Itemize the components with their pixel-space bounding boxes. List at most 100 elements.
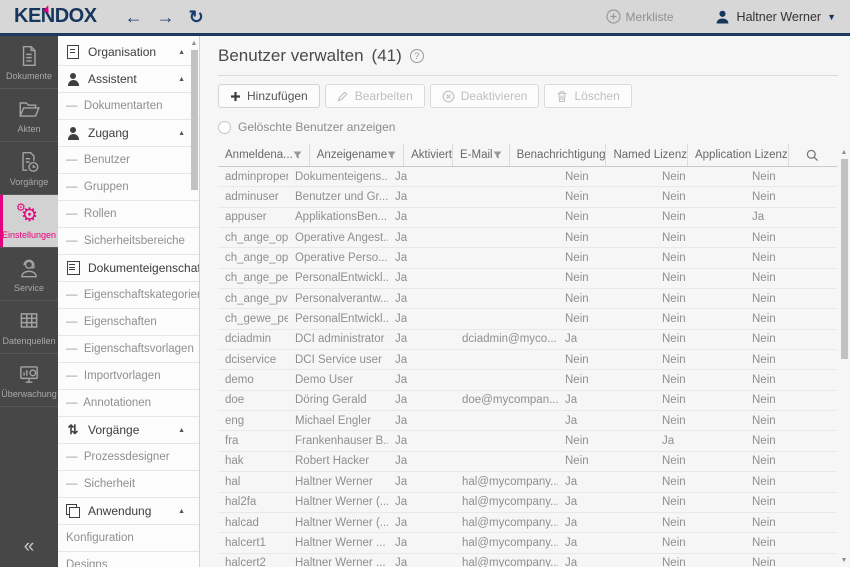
show-deleted-toggle[interactable]: Gelöschte Benutzer anzeigen	[218, 120, 850, 134]
nav-scrollbar-thumb[interactable]	[191, 50, 198, 190]
scroll-up-icon[interactable]: ▲	[190, 40, 198, 48]
nav-item[interactable]: Eigenschaftsvorlagen	[58, 336, 199, 363]
cell-application-lizenz: Nein	[745, 232, 823, 244]
nav-item[interactable]: Annotationen	[58, 390, 199, 417]
rail-item-dokumente[interactable]: Dokumente	[0, 36, 58, 89]
title-divider	[218, 75, 838, 76]
nav-item[interactable]: Prozessdesigner	[58, 444, 199, 471]
table-row[interactable]: halcert2 Haltner Werner ... Ja hal@mycom…	[218, 554, 837, 567]
search-button[interactable]	[789, 144, 837, 166]
nav-item[interactable]: Designs	[58, 552, 199, 567]
table-scrollbar-thumb[interactable]	[841, 159, 848, 359]
rail-item-einstellungen[interactable]: ⚙⚙ Einstellungen	[0, 195, 58, 248]
back-icon[interactable]: ←	[125, 8, 143, 26]
nav-item[interactable]: Assistent	[58, 66, 199, 93]
nav-item[interactable]: Organisation	[58, 39, 199, 66]
nav-item[interactable]: Zugang	[58, 120, 199, 147]
scroll-up-icon[interactable]: ▲	[840, 149, 848, 157]
table-row[interactable]: hak Robert Hacker Ja Nein Nein Nein	[218, 452, 837, 472]
table-row[interactable]: demo Demo User Ja Nein Nein Nein	[218, 370, 837, 390]
table-row[interactable]: hal2fa Haltner Werner (... Ja hal@mycomp…	[218, 493, 837, 513]
filter-icon[interactable]	[493, 151, 502, 160]
nav-item[interactable]: Eigenschaften	[58, 309, 199, 336]
table-row[interactable]: dciservice DCI Service user Ja Nein Nein…	[218, 350, 837, 370]
help-icon[interactable]: ?	[410, 49, 424, 63]
cell-anmeldename: doe	[218, 394, 288, 406]
filter-icon[interactable]	[293, 151, 302, 160]
rail-item-ueberwachung[interactable]: Überwachung	[0, 354, 58, 407]
monitor-icon	[17, 362, 41, 386]
nav-item[interactable]: Sicherheitsbereiche	[58, 228, 199, 255]
forward-icon[interactable]: →	[157, 8, 175, 26]
refresh-icon[interactable]: ↻	[189, 8, 204, 26]
cell-benachrichtigung: Nein	[558, 293, 655, 305]
cell-named-lizenz: Ja	[655, 435, 745, 447]
cell-application-lizenz: Nein	[745, 557, 823, 567]
rail-item-service[interactable]: Service	[0, 248, 58, 301]
table-row[interactable]: fra Frankenhauser B... Ja Nein Ja Nein	[218, 431, 837, 451]
nav-item[interactable]: Dokumenteigenschaften	[58, 255, 199, 282]
user-menu[interactable]: Haltner Werner ▼	[714, 9, 836, 25]
table-row[interactable]: ch_ange_pe PersonalEntwickl... Ja Nein N…	[218, 269, 837, 289]
column-header[interactable]: Anzeigename	[310, 144, 404, 166]
cell-benachrichtigung: Ja	[558, 333, 655, 345]
nav-item[interactable]: Dokumentarten	[58, 93, 199, 120]
column-header[interactable]: Anmeldena...	[218, 144, 310, 166]
column-header[interactable]: Application Lizenz	[688, 144, 789, 166]
rail-item-datenquellen[interactable]: Datenquellen	[0, 301, 58, 354]
rail-item-vorgaenge[interactable]: Vorgänge	[0, 142, 58, 195]
table-row[interactable]: doe Döring Gerald Ja doe@mycompan... Ja …	[218, 391, 837, 411]
table-row[interactable]: adminproperties Dokumenteigens... Ja Nei…	[218, 167, 837, 187]
nav-item-label: Dokumentarten	[66, 100, 163, 112]
table-row[interactable]: hal Haltner Werner Ja hal@mycompany... J…	[218, 472, 837, 492]
logo-text: KENDOX	[14, 5, 97, 27]
cell-benachrichtigung: Ja	[558, 517, 655, 529]
deactivate-user-button[interactable]: Deaktivieren	[430, 84, 540, 108]
nav-item[interactable]: Importvorlagen	[58, 363, 199, 390]
nav-scrollbar[interactable]: ▲	[190, 40, 198, 567]
table-row[interactable]: eng Michael Engler Ja Ja Nein Nein	[218, 411, 837, 431]
cell-anzeigename: Haltner Werner ...	[288, 557, 388, 567]
column-header[interactable]: Named Lizenz	[606, 144, 688, 166]
column-header[interactable]: E-Mail	[453, 144, 510, 166]
cell-anzeigename: Operative Angest...	[288, 232, 388, 244]
delete-user-button[interactable]: Löschen	[544, 84, 631, 108]
nav-item[interactable]: Vorgänge	[58, 417, 199, 444]
delete-user-label: Löschen	[574, 89, 619, 103]
table-row[interactable]: halcert1 Haltner Werner ... Ja hal@mycom…	[218, 533, 837, 553]
table-row[interactable]: ch_ange_op Operative Angest... Ja Nein N…	[218, 228, 837, 248]
nav-item[interactable]: Benutzer	[58, 147, 199, 174]
show-deleted-radio[interactable]	[218, 121, 231, 134]
nav-item[interactable]: Eigenschaftskategorien	[58, 282, 199, 309]
rail-item-akten[interactable]: Akten	[0, 89, 58, 142]
table-row[interactable]: ch_ange_opb Operative Perso... Ja Nein N…	[218, 248, 837, 268]
filter-icon[interactable]	[387, 151, 396, 160]
scroll-down-icon[interactable]: ▼	[840, 557, 848, 565]
nav-item[interactable]: Gruppen	[58, 174, 199, 201]
table-row[interactable]: ch_ange_pv Personalverantw... Ja Nein Ne…	[218, 289, 837, 309]
cell-anzeigename: PersonalEntwickl...	[288, 272, 388, 284]
column-header[interactable]: Benachrichtigung	[510, 144, 607, 166]
table-row[interactable]: dciadmin DCI administrator Ja dciadmin@m…	[218, 330, 837, 350]
nav-item[interactable]: Rollen	[58, 201, 199, 228]
column-header[interactable]: Aktiviert	[404, 144, 453, 166]
merkliste-button[interactable]: Merkliste	[606, 9, 674, 24]
edit-user-button[interactable]: Bearbeiten	[325, 84, 425, 108]
nav-item[interactable]: Anwendung	[58, 498, 199, 525]
cell-named-lizenz: Nein	[655, 293, 745, 305]
cell-benachrichtigung: Ja	[558, 394, 655, 406]
cell-anzeigename: DCI administrator	[288, 333, 388, 345]
table-row[interactable]: halcad Haltner Werner (... Ja hal@mycomp…	[218, 513, 837, 533]
nav-item-label: Prozessdesigner	[66, 451, 170, 463]
headset-icon	[17, 256, 41, 280]
collapse-sidebar-button[interactable]: «	[0, 527, 58, 567]
table-scrollbar[interactable]: ▲ ▼	[840, 149, 848, 567]
cell-anmeldename: hal	[218, 476, 288, 488]
add-user-button[interactable]: Hinzufügen	[218, 84, 320, 108]
cell-named-lizenz: Nein	[655, 476, 745, 488]
table-row[interactable]: ch_gewe_pe PersonalEntwickl... Ja Nein N…	[218, 309, 837, 329]
nav-item[interactable]: Sicherheit	[58, 471, 199, 498]
nav-item[interactable]: Konfiguration	[58, 525, 199, 552]
table-row[interactable]: adminuser Benutzer und Gr... Ja Nein Nei…	[218, 187, 837, 207]
table-row[interactable]: appuser ApplikationsBen... Ja Nein Nein …	[218, 208, 837, 228]
